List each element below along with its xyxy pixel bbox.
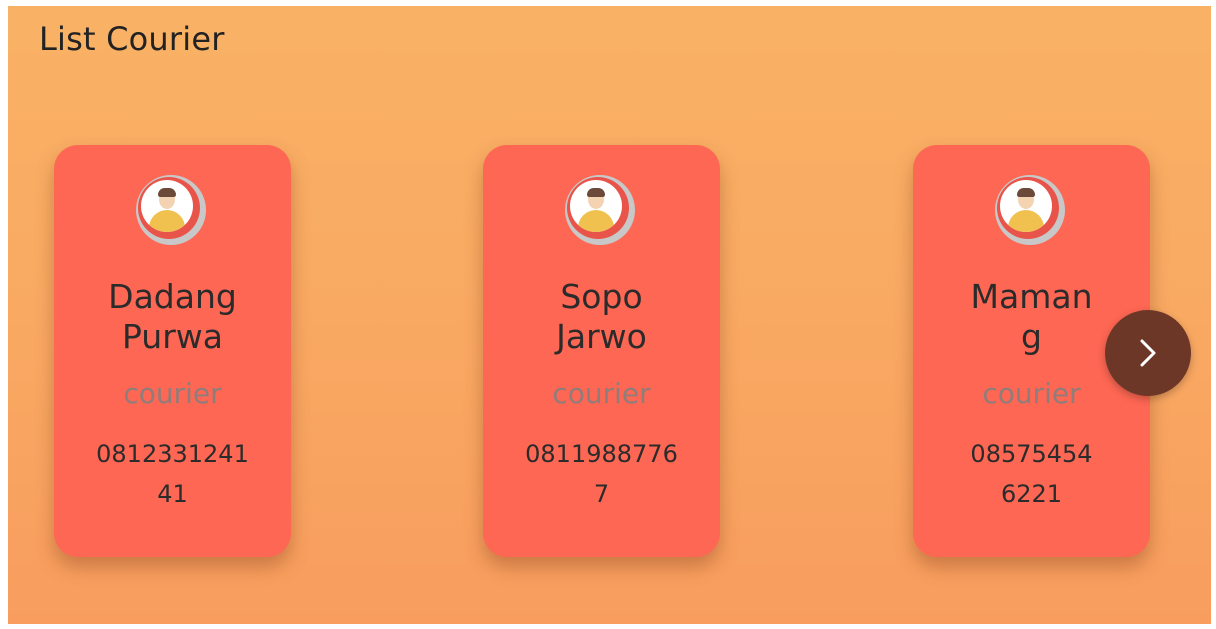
courier-panel: List Courier Dadang Purwa courier 081233… — [8, 6, 1211, 624]
courier-card[interactable]: Sopo Jarwo courier 0811988776 7 — [483, 145, 720, 557]
courier-avatar — [565, 175, 635, 245]
carousel-next-button[interactable] — [1105, 310, 1191, 396]
courier-phone: 0812331241 41 — [96, 440, 249, 508]
courier-name: Dadang Purwa — [108, 277, 237, 356]
courier-role: courier — [123, 377, 222, 410]
courier-phone: 0811988776 7 — [525, 440, 678, 508]
page-title: List Courier — [39, 20, 225, 58]
courier-role: courier — [982, 377, 1081, 410]
courier-role: courier — [552, 377, 651, 410]
courier-card[interactable]: Dadang Purwa courier 0812331241 41 — [54, 145, 291, 557]
courier-avatar — [995, 175, 1065, 245]
chevron-right-icon — [1140, 339, 1156, 367]
courier-phone: 08575454 6221 — [970, 440, 1093, 508]
courier-name: Sopo Jarwo — [556, 277, 647, 356]
courier-avatar — [136, 175, 206, 245]
